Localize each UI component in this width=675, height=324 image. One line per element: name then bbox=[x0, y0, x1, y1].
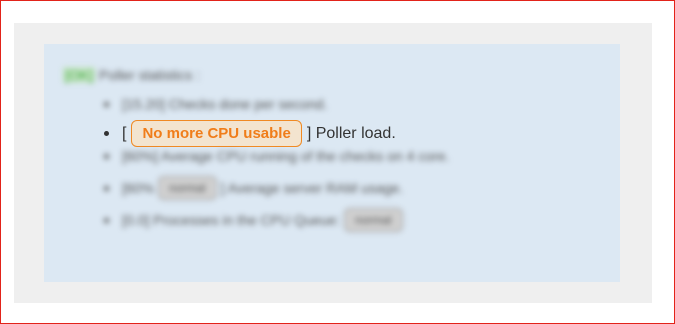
bullet-icon bbox=[104, 153, 109, 159]
stat-value: 60% bbox=[125, 148, 154, 164]
stat-prefix: [ bbox=[122, 124, 127, 142]
stat-text: ] Poller load. bbox=[306, 124, 396, 142]
stat-value: 60% bbox=[125, 180, 154, 196]
poller-statistics-title: Poller statistics : bbox=[98, 67, 201, 83]
poller-statistics-header: [OK] Poller statistics : bbox=[63, 67, 200, 83]
stat-text: ] Average server RAM usage. bbox=[220, 180, 404, 196]
status-tag-ok: [OK] bbox=[63, 67, 96, 83]
bullet-icon bbox=[104, 131, 109, 136]
poller-load-warning-badge: No more CPU usable bbox=[131, 120, 302, 147]
page-frame: [OK] Poller statistics : [ 15.20 ] Check… bbox=[0, 0, 675, 324]
stat-average-ram: [ 60% normal ] Average server RAM usage. bbox=[104, 176, 403, 200]
bullet-icon bbox=[104, 185, 109, 191]
bullet-icon bbox=[104, 101, 109, 107]
stat-cpu-queue: [ 0.0 ] Processes in the CPU Queue: norm… bbox=[104, 208, 407, 232]
poller-statistics-box: [OK] Poller statistics : [ 15.20 ] Check… bbox=[44, 44, 620, 282]
stat-text: ] Processes in the CPU Queue: bbox=[145, 212, 340, 228]
bullet-icon bbox=[104, 217, 109, 223]
outer-panel: [OK] Poller statistics : [ 15.20 ] Check… bbox=[14, 23, 652, 303]
stat-checks-per-second: [ 15.20 ] Checks done per second. bbox=[104, 96, 327, 112]
cpu-queue-status-badge: normal bbox=[343, 208, 403, 232]
stat-text: ] Average CPU running of the checks on 4… bbox=[153, 148, 450, 164]
stat-text: ] Checks done per second. bbox=[160, 96, 328, 112]
stat-value: 0.0 bbox=[125, 212, 146, 228]
ram-status-badge: normal bbox=[157, 176, 217, 200]
stat-value: 15.20 bbox=[125, 96, 161, 112]
stat-average-cpu: [ 60% ] Average CPU running of the check… bbox=[104, 148, 449, 164]
stat-poller-load: [ No more CPU usable ] Poller load. bbox=[104, 120, 396, 147]
